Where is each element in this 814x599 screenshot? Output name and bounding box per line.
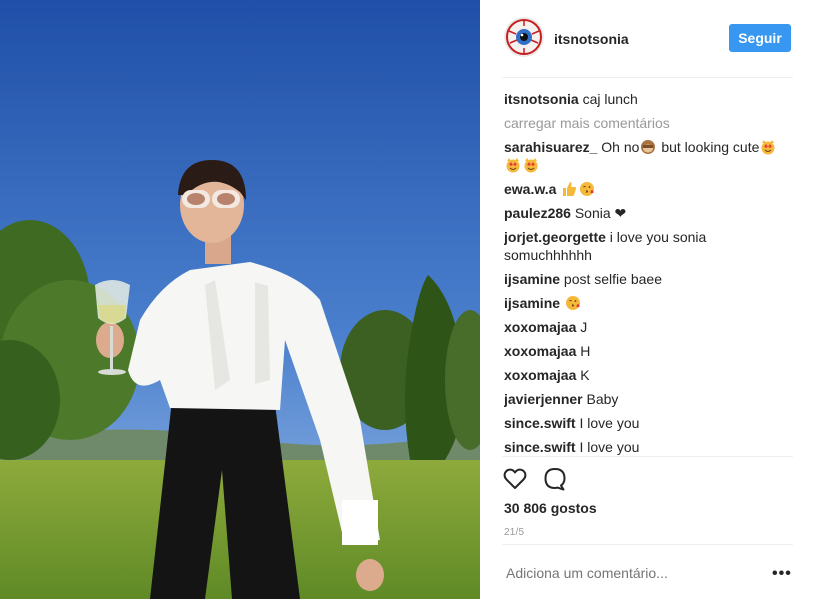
comment-username[interactable]: javierjenner — [504, 391, 583, 407]
heart-eyes-cat-emoji — [761, 140, 775, 155]
more-options-icon[interactable]: ••• — [772, 565, 792, 583]
load-more-comments-link[interactable]: carregar mais comentários — [504, 114, 794, 132]
comment-item: ewa.w.a — [504, 180, 794, 198]
heart-eyes-cat-emoji — [506, 158, 520, 173]
likes-count[interactable]: 30 806 gostos — [504, 500, 597, 516]
comment-username[interactable]: jorjet.georgette — [504, 229, 606, 245]
eyeball-avatar-icon[interactable] — [504, 17, 544, 57]
comment-item: since.swift I love you — [504, 414, 794, 432]
comment-username[interactable]: xoxomajaa — [504, 343, 576, 359]
comment-text: post selfie baee — [563, 271, 662, 287]
post-side-panel: itsnotsonia Seguir itsnotsonia caj lunch… — [480, 0, 814, 599]
comment-text: Sonia ❤ — [574, 205, 627, 221]
divider — [502, 544, 793, 545]
comment-text: Oh no — [601, 139, 640, 155]
comment-item: javierjenner Baby — [504, 390, 794, 408]
comment-username[interactable]: ewa.w.a — [504, 181, 556, 197]
comment-username[interactable]: xoxomajaa — [504, 367, 576, 383]
comment-text: H — [580, 343, 591, 359]
comment-item: xoxomajaa J — [504, 318, 794, 336]
comment-username[interactable]: paulez286 — [504, 205, 571, 221]
comment-username[interactable]: sarahisuarez_ — [504, 139, 597, 155]
comment-text: Baby — [586, 391, 619, 407]
comment-username[interactable]: ijsamine — [504, 295, 560, 311]
caption-text: caj lunch — [582, 91, 638, 107]
comment-item: xoxomajaa K — [504, 366, 794, 384]
comment-text: J — [580, 319, 588, 335]
see-no-evil-monkey-emoji — [641, 140, 656, 154]
comment-item: jorjet.georgette i love you sonia somuch… — [504, 228, 794, 264]
post-author-username[interactable]: itsnotsonia — [554, 31, 629, 47]
follow-button[interactable]: Seguir — [729, 24, 791, 52]
comment-item: since.swift I love you — [504, 438, 794, 456]
face-blowing-kiss-emoji — [565, 296, 580, 310]
comments-list: itsnotsonia caj lunch carregar mais come… — [504, 90, 794, 456]
comment-username[interactable]: since.swift — [504, 439, 576, 455]
comment-username[interactable]: since.swift — [504, 415, 576, 431]
comment-username[interactable]: ijsamine — [504, 271, 560, 287]
post-photo[interactable] — [0, 0, 480, 599]
face-blowing-kiss-emoji — [580, 182, 595, 196]
comment-item: paulez286 Sonia ❤ — [504, 204, 794, 222]
comment-item: xoxomajaa H — [504, 342, 794, 360]
comment-text: I love you — [579, 415, 640, 431]
comment-item: ijsamine post selfie baee — [504, 270, 794, 288]
comment-username[interactable]: xoxomajaa — [504, 319, 576, 335]
thumbs-up-emoji — [563, 182, 577, 196]
comment-text: K — [580, 367, 590, 383]
comment-item: sarahisuarez_ Oh no but looking cute — [504, 138, 794, 174]
post-header: itsnotsonia Seguir — [502, 0, 793, 78]
caption: itsnotsonia caj lunch — [504, 90, 794, 108]
heart-eyes-cat-emoji — [524, 158, 538, 173]
heart-outline-icon[interactable] — [502, 466, 528, 492]
caption-username[interactable]: itsnotsonia — [504, 91, 579, 107]
comment-text-continued: but looking cute — [661, 139, 760, 155]
add-comment-input[interactable] — [506, 565, 746, 581]
comment-text: I love you — [579, 439, 640, 455]
speech-bubble-outline-icon[interactable] — [542, 466, 568, 492]
comment-item: ijsamine — [504, 294, 794, 312]
divider — [502, 456, 793, 457]
post-date[interactable]: 21/5 — [504, 527, 524, 538]
